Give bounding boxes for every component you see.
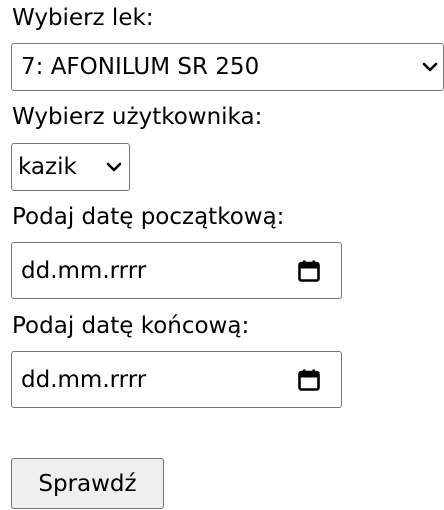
chevron-down-icon bbox=[422, 62, 438, 72]
user-select-value: kazik bbox=[18, 154, 77, 180]
user-select[interactable]: kazik bbox=[11, 143, 130, 191]
calendar-icon[interactable] bbox=[297, 368, 321, 392]
start-date-input[interactable]: dd.mm.rrrr bbox=[11, 242, 342, 299]
submit-button[interactable]: Sprawdź bbox=[11, 458, 164, 509]
start-date-placeholder: dd.mm.rrrr bbox=[21, 258, 147, 284]
calendar-icon[interactable] bbox=[297, 259, 321, 283]
end-date-input[interactable]: dd.mm.rrrr bbox=[11, 351, 342, 408]
drug-select-value: 7: AFONILUM SR 250 bbox=[21, 54, 260, 80]
start-date-label: Podaj datę początkową: bbox=[12, 204, 285, 230]
drug-select[interactable]: 7: AFONILUM SR 250 bbox=[11, 43, 444, 91]
chevron-down-icon bbox=[106, 162, 122, 172]
end-date-placeholder: dd.mm.rrrr bbox=[21, 367, 147, 393]
user-select-label: Wybierz użytkownika: bbox=[12, 104, 263, 130]
drug-select-label: Wybierz lek: bbox=[12, 5, 154, 31]
end-date-label: Podaj datę końcową: bbox=[12, 313, 250, 339]
